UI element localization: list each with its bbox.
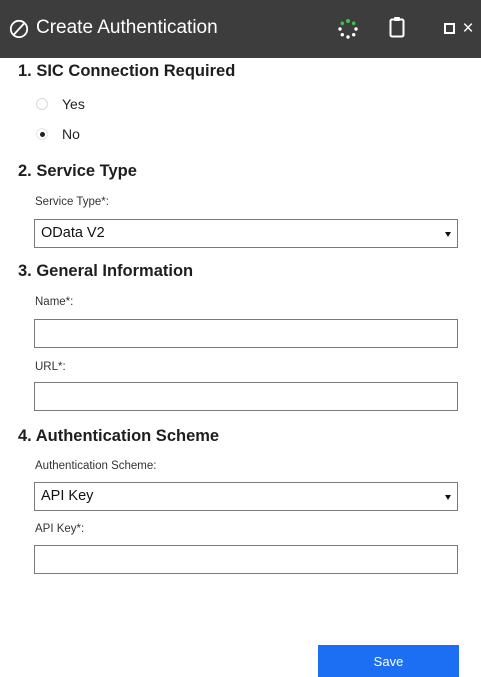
restore-icon <box>443 22 455 34</box>
name-input[interactable] <box>34 319 458 348</box>
chevron-down-icon <box>445 232 451 237</box>
section-heading-auth: 4. Authentication Scheme <box>18 427 220 445</box>
app-logo-icon <box>9 19 29 39</box>
radio-label-yes: Yes <box>62 96 85 112</box>
service-type-label: Service Type*: <box>35 196 109 208</box>
radio-option-no[interactable]: No <box>36 125 80 143</box>
close-icon: × <box>462 17 474 39</box>
radio-button-no[interactable] <box>36 128 48 140</box>
url-input[interactable] <box>34 382 458 411</box>
name-label: Name*: <box>35 296 74 308</box>
radio-label-no: No <box>62 126 80 142</box>
section-heading-service: 2. Service Type <box>18 162 137 180</box>
close-button[interactable]: × <box>459 17 477 39</box>
radio-option-yes[interactable]: Yes <box>36 95 85 113</box>
auth-scheme-label: Authentication Scheme: <box>35 460 157 472</box>
api-key-input[interactable] <box>34 545 458 574</box>
window-title: Create Authentication <box>36 17 218 38</box>
radio-button-yes[interactable] <box>36 98 48 110</box>
title-bar: Create Authentication × <box>0 0 481 58</box>
auth-scheme-value: API Key <box>41 488 94 504</box>
clipboard-icon[interactable] <box>389 16 405 38</box>
section-heading-general: 3. General Information <box>18 262 194 280</box>
url-label: URL*: <box>35 361 66 373</box>
chevron-down-icon <box>445 495 451 500</box>
service-type-value: OData V2 <box>41 225 105 241</box>
section-heading-sic: 1. SIC Connection Required <box>18 62 236 80</box>
auth-scheme-select[interactable]: API Key <box>34 482 458 511</box>
save-button[interactable]: Save <box>318 645 459 677</box>
api-key-label: API Key*: <box>35 523 85 535</box>
service-type-select[interactable]: OData V2 <box>34 219 458 248</box>
loading-spinner-icon <box>338 19 358 39</box>
restore-button[interactable] <box>440 17 458 39</box>
